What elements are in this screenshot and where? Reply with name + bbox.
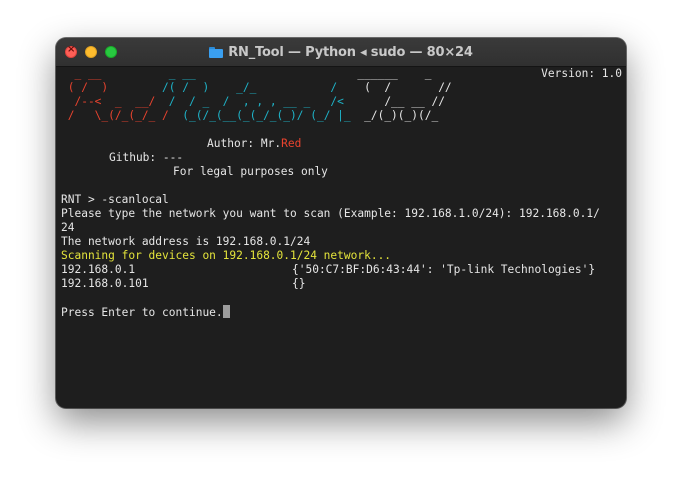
github-line: Github: ---: [109, 151, 184, 164]
device-ip: 192.168.0.1: [61, 263, 136, 276]
continue-prompt-line: Press Enter to continue.: [61, 305, 622, 319]
scan-question-line-1: Please type the network you want to scan…: [61, 207, 600, 220]
scan-question-line-2: 24: [61, 221, 75, 234]
author-line: Author: Mr.Red: [207, 137, 302, 150]
device-info: {}: [292, 277, 306, 290]
banner-row-2: ( / ) /( / ) _/_ / ( / //: [61, 81, 452, 94]
continue-prompt: Press Enter to continue.: [61, 306, 223, 319]
terminal-window: × RN_Tool — Python ◂ sudo — 80×24 _ __ _…: [56, 38, 626, 408]
shell-prompt: RNT >: [61, 193, 102, 206]
title-bar[interactable]: × RN_Tool — Python ◂ sudo — 80×24: [56, 38, 626, 67]
device-row: 192.168.0.1 {'50:C7:BF:D6:43:44': 'Tp-lin…: [61, 263, 622, 277]
command-line: RNT > -scanlocal: [61, 193, 622, 207]
scanning-status-line: Scanning for devices on 192.168.0.1/24 n…: [61, 249, 392, 262]
window-title-group: RN_Tool — Python ◂ sudo — 80×24: [56, 38, 626, 66]
banner-row-4: / \_(/_(_/_ / (_(/_(__(_(_/_(_)/ (_/ |_ …: [61, 109, 439, 122]
text-cursor[interactable]: [222, 305, 230, 318]
window-title: RN_Tool — Python ◂ sudo — 80×24: [228, 44, 473, 60]
author-name: Red: [281, 137, 302, 150]
device-ip: 192.168.0.101: [61, 277, 149, 290]
version-label: Version: 1.0: [541, 67, 622, 80]
legal-line: For legal purposes only: [173, 165, 328, 178]
folder-icon: [209, 46, 224, 58]
device-info: {'50:C7:BF:D6:43:44': 'Tp-link Technolog…: [292, 263, 596, 276]
network-address-line: The network address is 192.168.0.1/24: [61, 235, 311, 248]
entered-command: -scanlocal: [101, 193, 169, 206]
banner-row-3: /--< _ __/ / / _ / , , , __ _ /< /__ __ …: [61, 95, 445, 108]
terminal-output[interactable]: _ __ _ __ ______ _ Version: 1.0 ( / ) /(…: [61, 67, 622, 408]
device-row: 192.168.0.101 {}: [61, 277, 622, 291]
